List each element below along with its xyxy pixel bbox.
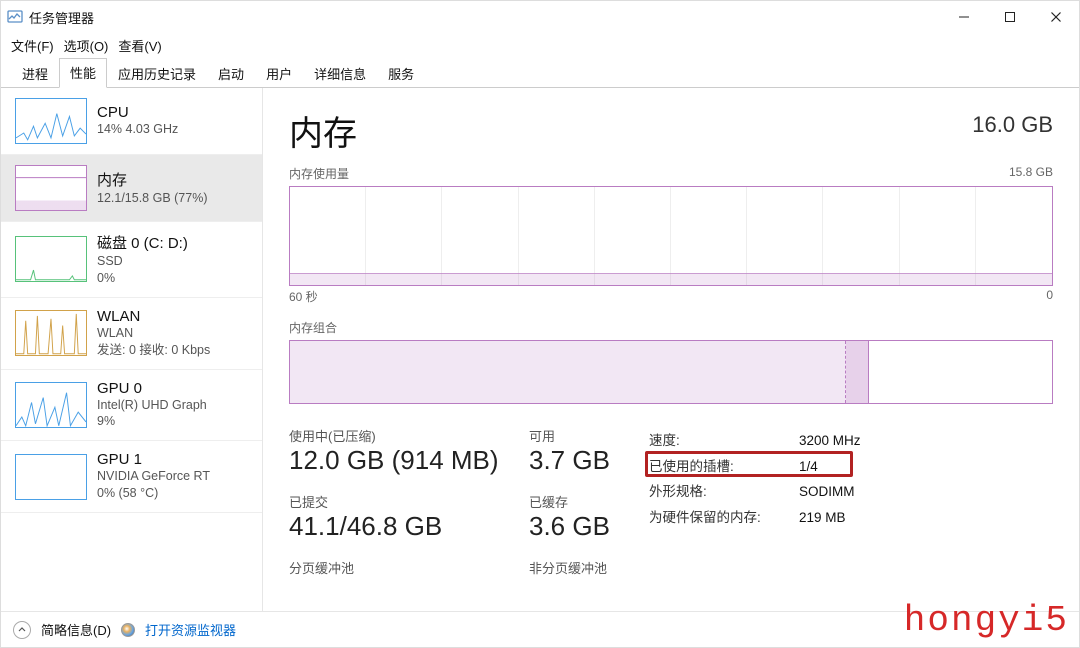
memory-usage-chart	[289, 186, 1053, 286]
sidebar-disk-title: 磁盘 0 (C: D:)	[97, 232, 188, 253]
sidebar-gpu1-sub: NVIDIA GeForce RT 0% (58 °C)	[97, 468, 210, 502]
open-resource-monitor-link[interactable]: 打开资源监视器	[145, 620, 236, 639]
menu-view[interactable]: 查看(V)	[118, 36, 161, 55]
resource-monitor-icon	[121, 623, 135, 637]
available-label: 可用	[529, 426, 639, 445]
tab-users[interactable]: 用户	[255, 59, 303, 88]
page-title: 内存	[289, 106, 357, 155]
sidebar-disk-sub: SSD 0%	[97, 253, 188, 287]
highlight-annotation	[645, 451, 853, 477]
task-manager-window: 任务管理器 文件(F) 选项(O) 查看(V) 进程 性能 应用历史记录 启动 …	[0, 0, 1080, 648]
committed-value: 41.1/46.8 GB	[289, 511, 519, 542]
paged-pool-label: 分页缓冲池	[289, 558, 519, 577]
sidebar-gpu0-title: GPU 0	[97, 380, 207, 397]
menu-file[interactable]: 文件(F)	[11, 36, 54, 55]
sidebar-memory-sub: 12.1/15.8 GB (77%)	[97, 190, 207, 207]
memory-composition-chart	[289, 340, 1053, 404]
menubar: 文件(F) 选项(O) 查看(V)	[1, 33, 1079, 60]
committed-label: 已提交	[289, 492, 519, 511]
usage-x-left: 60 秒	[289, 288, 318, 305]
gpu1-thumb	[15, 454, 87, 500]
gpu0-thumb	[15, 382, 87, 428]
tab-processes[interactable]: 进程	[11, 59, 59, 88]
sidebar-item-gpu1[interactable]: GPU 1 NVIDIA GeForce RT 0% (58 °C)	[1, 441, 262, 513]
usage-chart-max: 15.8 GB	[1009, 165, 1053, 182]
close-button[interactable]	[1033, 1, 1079, 33]
memory-thumb	[15, 165, 87, 211]
sidebar-memory-title: 内存	[97, 169, 207, 190]
memory-total: 16.0 GB	[972, 112, 1053, 138]
sidebar-gpu1-title: GPU 1	[97, 451, 210, 468]
window-controls	[941, 1, 1079, 33]
sidebar-item-disk[interactable]: 磁盘 0 (C: D:) SSD 0%	[1, 222, 262, 298]
tab-app-history[interactable]: 应用历史记录	[107, 59, 207, 88]
tab-performance[interactable]: 性能	[59, 58, 107, 88]
window-title: 任务管理器	[29, 8, 94, 27]
sidebar: CPU 14% 4.03 GHz 内存 12.1/15.8 GB (77%)	[1, 88, 263, 611]
wlan-thumb	[15, 310, 87, 356]
sidebar-cpu-sub: 14% 4.03 GHz	[97, 121, 178, 138]
sidebar-gpu0-sub: Intel(R) UHD Graph 9%	[97, 397, 207, 431]
titlebar: 任务管理器	[1, 1, 1079, 33]
sidebar-item-wlan[interactable]: WLAN WLAN 发送: 0 接收: 0 Kbps	[1, 298, 262, 370]
app-icon	[7, 9, 23, 25]
disk-thumb	[15, 236, 87, 282]
minimize-button[interactable]	[941, 1, 987, 33]
reserved-key: 为硬件保留的内存:	[649, 505, 799, 531]
tab-startup[interactable]: 启动	[207, 59, 255, 88]
collapse-icon[interactable]	[13, 621, 31, 639]
in-use-value: 12.0 GB (914 MB)	[289, 445, 519, 476]
watermark-text: hongyi5	[904, 600, 1069, 641]
speed-key: 速度:	[649, 428, 799, 454]
speed-value: 3200 MHz	[799, 428, 861, 454]
menu-options[interactable]: 选项(O)	[64, 36, 109, 55]
tab-services[interactable]: 服务	[377, 59, 425, 88]
sidebar-item-gpu0[interactable]: GPU 0 Intel(R) UHD Graph 9%	[1, 370, 262, 442]
nonpaged-pool-label: 非分页缓冲池	[529, 558, 639, 577]
brief-info-link[interactable]: 简略信息(D)	[41, 620, 111, 639]
available-value: 3.7 GB	[529, 445, 639, 476]
usage-chart-label: 内存使用量	[289, 165, 349, 182]
in-use-label: 使用中(已压缩)	[289, 426, 519, 445]
main-panel: 内存 16.0 GB 内存使用量 15.8 GB 60 秒 0 内存组合	[263, 88, 1079, 611]
usage-x-right: 0	[1046, 288, 1053, 305]
form-key: 外形规格:	[649, 479, 799, 505]
reserved-value: 219 MB	[799, 505, 846, 531]
tab-details[interactable]: 详细信息	[303, 59, 377, 88]
tabstrip: 进程 性能 应用历史记录 启动 用户 详细信息 服务	[1, 60, 1079, 88]
cached-label: 已缓存	[529, 492, 639, 511]
sidebar-item-cpu[interactable]: CPU 14% 4.03 GHz	[1, 88, 262, 155]
sidebar-item-memory[interactable]: 内存 12.1/15.8 GB (77%)	[1, 155, 262, 222]
sidebar-cpu-title: CPU	[97, 104, 178, 121]
form-value: SODIMM	[799, 479, 855, 505]
maximize-button[interactable]	[987, 1, 1033, 33]
composition-label: 内存组合	[289, 319, 1053, 336]
sidebar-wlan-title: WLAN	[97, 308, 210, 325]
cached-value: 3.6 GB	[529, 511, 639, 542]
cpu-thumb	[15, 98, 87, 144]
body: CPU 14% 4.03 GHz 内存 12.1/15.8 GB (77%)	[1, 88, 1079, 611]
sidebar-wlan-sub: WLAN 发送: 0 接收: 0 Kbps	[97, 325, 210, 359]
